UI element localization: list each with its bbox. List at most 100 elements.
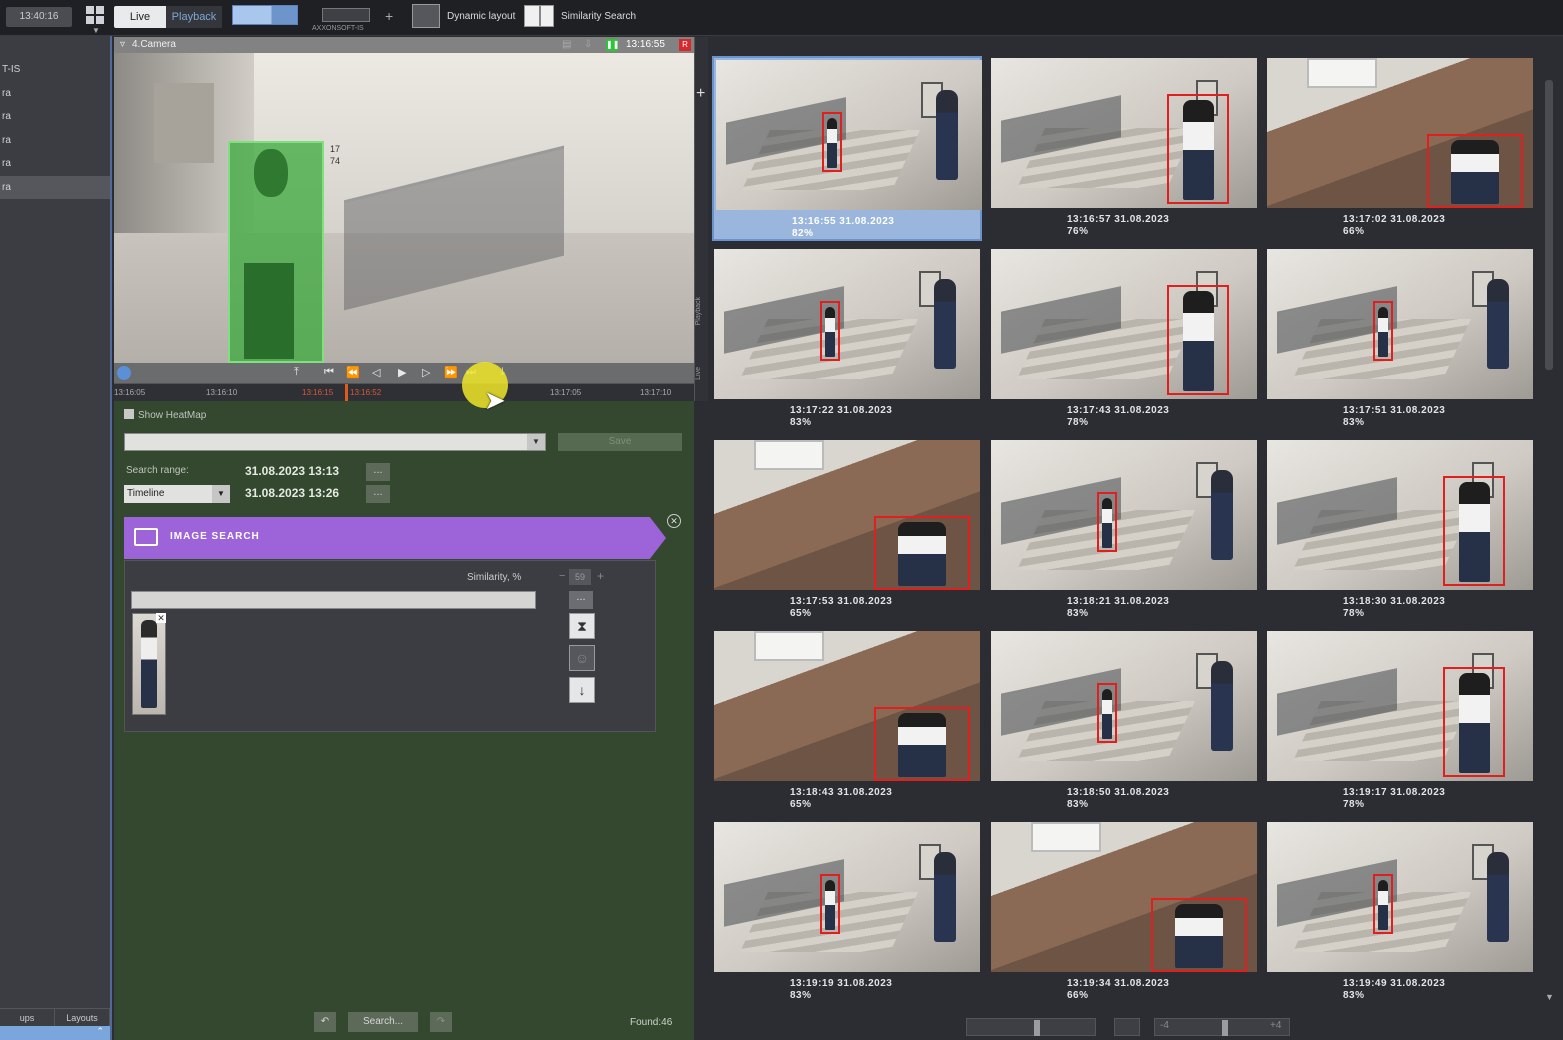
camera-list-item[interactable]: ra	[0, 129, 110, 153]
arrow-down-icon[interactable]: ↓	[569, 677, 595, 703]
result-image[interactable]	[1267, 58, 1533, 208]
result-image[interactable]	[714, 249, 980, 399]
similarity-search-label[interactable]: Similarity Search	[561, 11, 636, 22]
result-image[interactable]	[1267, 822, 1533, 972]
similarity-search-icon[interactable]	[524, 5, 554, 27]
collapse-sidebar-icon[interactable]: ⌃	[0, 1026, 110, 1040]
camera-list-item[interactable]: ra	[0, 152, 110, 176]
playback-timeline[interactable]: 13:16:05 13:16:10 13:16:15 13:16:52 13:1…	[114, 383, 694, 402]
dynamic-layout-icon[interactable]	[412, 4, 440, 28]
remove-sample-icon[interactable]: ✕	[156, 613, 166, 623]
result-thumbnail[interactable]: 13:16:57 31.08.2023 76%	[989, 56, 1259, 241]
result-image[interactable]	[991, 249, 1257, 399]
redo-icon[interactable]: ↷	[430, 1012, 452, 1032]
timeline-position-marker[interactable]	[345, 384, 348, 402]
result-thumbnail[interactable]: 13:16:55 31.08.2023 82%	[712, 56, 982, 241]
checkbox-icon[interactable]	[124, 409, 134, 419]
result-image[interactable]	[1267, 440, 1533, 590]
result-thumbnail[interactable]: 13:19:19 31.08.2023 83%	[712, 820, 982, 1005]
pause-icon[interactable]: ❚❚	[606, 39, 619, 51]
layout-thumbnail[interactable]	[322, 8, 370, 22]
fast-forward-icon[interactable]: ⏩	[444, 366, 458, 379]
result-thumbnail[interactable]: 13:17:02 31.08.2023 66%	[1265, 56, 1535, 241]
preset-select[interactable]: ▼	[124, 433, 546, 451]
result-thumbnail[interactable]: 13:19:34 31.08.2023 66%	[989, 820, 1259, 1005]
result-thumbnail[interactable]: 13:18:21 31.08.2023 83%	[989, 438, 1259, 623]
save-button[interactable]: Save	[558, 433, 682, 451]
result-thumbnail[interactable]: 13:19:17 31.08.2023 78%	[1265, 629, 1535, 814]
play-icon[interactable]: ▶	[398, 366, 406, 379]
result-image[interactable]	[991, 631, 1257, 781]
live-side-label[interactable]: Live	[695, 367, 709, 380]
detected-person-box[interactable]	[228, 141, 324, 363]
tab-layouts[interactable]: Layouts	[55, 1009, 110, 1026]
alert-filter-icon[interactable]	[1114, 1018, 1140, 1036]
export-icon[interactable]: ▤	[562, 37, 571, 53]
skip-start-icon[interactable]: ⏮	[324, 366, 334, 379]
chevron-down-icon[interactable]: ▼	[527, 434, 545, 450]
image-search-header[interactable]: IMAGE SEARCH	[124, 517, 666, 559]
slider-handle[interactable]	[1222, 1020, 1228, 1036]
result-image[interactable]	[714, 631, 980, 781]
result-image[interactable]	[991, 440, 1257, 590]
result-image[interactable]	[716, 60, 982, 210]
result-thumbnail[interactable]: 13:18:30 31.08.2023 78%	[1265, 438, 1535, 623]
slider-handle[interactable]	[1034, 1020, 1040, 1036]
browse-image-button[interactable]: ...	[569, 591, 593, 609]
result-thumbnail[interactable]: 13:17:51 31.08.2023 83%	[1265, 247, 1535, 432]
chevron-down-icon[interactable]: ▼	[92, 26, 100, 35]
range-mode-select[interactable]: Timeline ▼	[124, 485, 230, 503]
hourglass-icon[interactable]: ⧗	[569, 613, 595, 639]
chevron-down-icon[interactable]: ▼	[212, 485, 230, 503]
live-mode-button[interactable]: Live	[114, 6, 166, 28]
result-image[interactable]	[714, 440, 980, 590]
add-camera-icon[interactable]: +	[696, 85, 705, 103]
range-end-picker-button[interactable]: ...	[366, 485, 390, 503]
camera-list-item[interactable]: T-IS	[0, 58, 110, 82]
result-thumbnail[interactable]: 13:18:50 31.08.2023 83%	[989, 629, 1259, 814]
range-start-date[interactable]: 31.08.2023 13:13	[245, 464, 339, 478]
similarity-decrease-button[interactable]: −	[559, 570, 565, 582]
result-image[interactable]	[991, 58, 1257, 208]
scroll-down-icon[interactable]: ▼	[1545, 992, 1554, 1002]
camera-list-item[interactable]: ra	[0, 82, 110, 106]
range-start-picker-button[interactable]: ...	[366, 463, 390, 481]
show-heatmap-checkbox[interactable]: Show HeatMap	[124, 409, 206, 421]
result-thumbnail[interactable]: 13:17:43 31.08.2023 78%	[989, 247, 1259, 432]
layout-grid-icon[interactable]	[86, 6, 104, 24]
camera-list-item[interactable]: ra	[0, 105, 110, 129]
image-path-field[interactable]	[131, 591, 536, 609]
layout-thumbnail-active[interactable]	[232, 5, 298, 25]
result-thumbnail[interactable]: 13:17:22 31.08.2023 83%	[712, 247, 982, 432]
result-image[interactable]	[991, 822, 1257, 972]
rewind-icon[interactable]: ⏪	[346, 366, 360, 379]
result-image[interactable]	[1267, 249, 1533, 399]
add-layout-icon[interactable]: +	[385, 8, 393, 24]
result-image[interactable]	[1267, 631, 1533, 781]
result-thumbnail[interactable]: 13:18:43 31.08.2023 65%	[712, 629, 982, 814]
similarity-input[interactable]: 59	[569, 569, 591, 585]
camera-list-item-selected[interactable]: ra	[0, 175, 110, 199]
playback-mode-button[interactable]: Playback	[166, 6, 222, 28]
close-icon[interactable]: ✕	[667, 514, 681, 528]
range-end-date[interactable]: 31.08.2023 13:26	[245, 486, 339, 500]
export-frame-icon[interactable]: ⤒	[294, 366, 299, 379]
undo-icon[interactable]: ↶	[314, 1012, 336, 1032]
clock-icon[interactable]	[117, 366, 131, 380]
results-scrollbar[interactable]	[1545, 80, 1553, 370]
funnel-icon[interactable]: ▿	[120, 39, 125, 50]
step-forward-icon[interactable]: ▷	[422, 366, 430, 379]
search-button[interactable]: Search...	[348, 1012, 418, 1032]
tab-groups[interactable]: ups	[0, 1009, 55, 1026]
result-image[interactable]	[714, 822, 980, 972]
download-icon[interactable]: ⇩	[584, 37, 592, 53]
face-search-icon[interactable]: ☺	[569, 645, 595, 671]
similarity-increase-button[interactable]: +	[597, 569, 604, 583]
result-thumbnail[interactable]: 13:19:49 31.08.2023 83%	[1265, 820, 1535, 1005]
sample-image-thumbnail[interactable]	[132, 613, 166, 715]
result-thumbnail[interactable]: 13:17:53 31.08.2023 65%	[712, 438, 982, 623]
camera-viewer[interactable]: 17 74 ▿ 4.Camera ▤ ⇩ ❚❚ 13:16:55 R ⤒ ⏮ ⏪…	[114, 37, 694, 402]
camera-video-frame[interactable]: 17 74	[114, 53, 694, 363]
dynamic-layout-label[interactable]: Dynamic layout	[447, 11, 515, 22]
playback-side-label[interactable]: Playback	[695, 297, 709, 325]
